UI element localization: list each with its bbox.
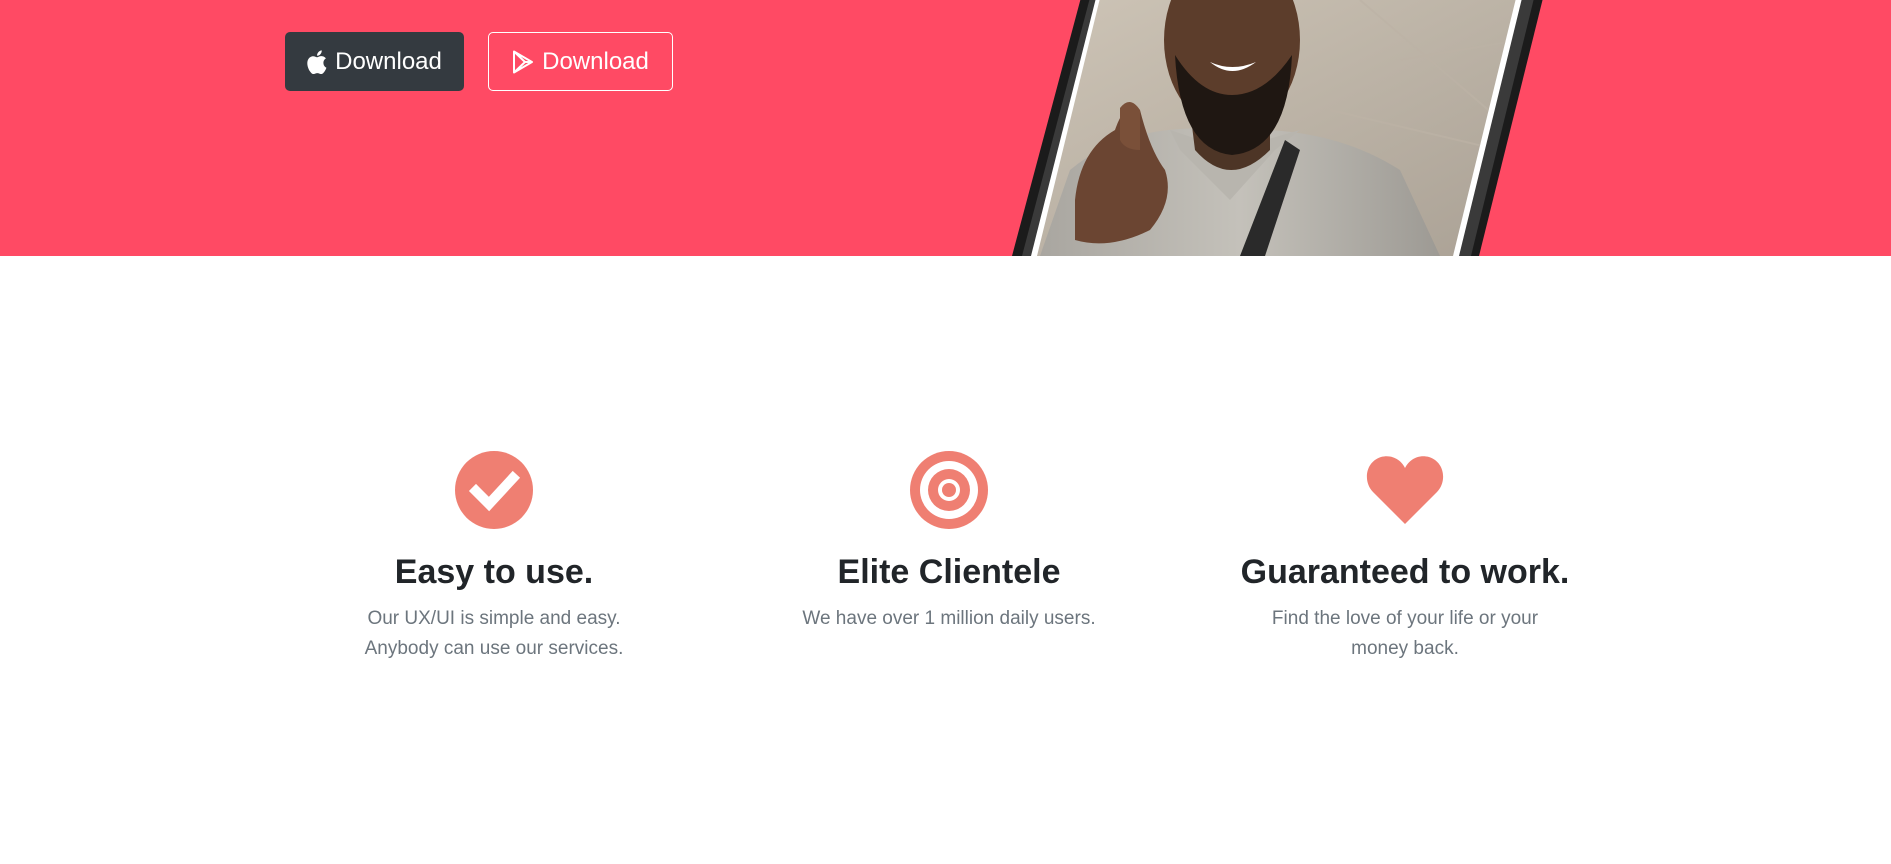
features-section: Easy to use. Our UX/UI is simple and eas…	[0, 256, 1891, 864]
google-play-download-label: Download	[542, 47, 649, 75]
feature-title: Guaranteed to work.	[1240, 553, 1570, 591]
app-store-download-button[interactable]: Download	[285, 32, 464, 91]
google-play-icon	[512, 50, 534, 74]
feature-description: We have over 1 million daily users.	[802, 608, 1096, 629]
target-icon	[910, 451, 988, 529]
feature-elite-clientele: Elite Clientele We have over 1 million d…	[749, 450, 1149, 634]
google-play-download-button[interactable]: Download	[488, 32, 673, 91]
feature-description: Our UX/UI is simple and easy. Anybody ca…	[364, 608, 624, 659]
hero-section: Download Download	[0, 0, 1891, 256]
apple-icon	[307, 49, 327, 74]
feature-guaranteed: Guaranteed to work. Find the love of you…	[1205, 450, 1605, 664]
feature-description: Find the love of your life or your money…	[1271, 608, 1539, 659]
app-store-download-label: Download	[335, 47, 442, 75]
feature-title: Easy to use.	[394, 553, 594, 591]
feature-easy-to-use: Easy to use. Our UX/UI is simple and eas…	[294, 450, 694, 664]
phone-mockup	[0, 0, 1891, 256]
heart-icon	[1366, 456, 1444, 524]
feature-title: Elite Clientele	[837, 553, 1061, 591]
check-circle-icon	[455, 451, 533, 529]
